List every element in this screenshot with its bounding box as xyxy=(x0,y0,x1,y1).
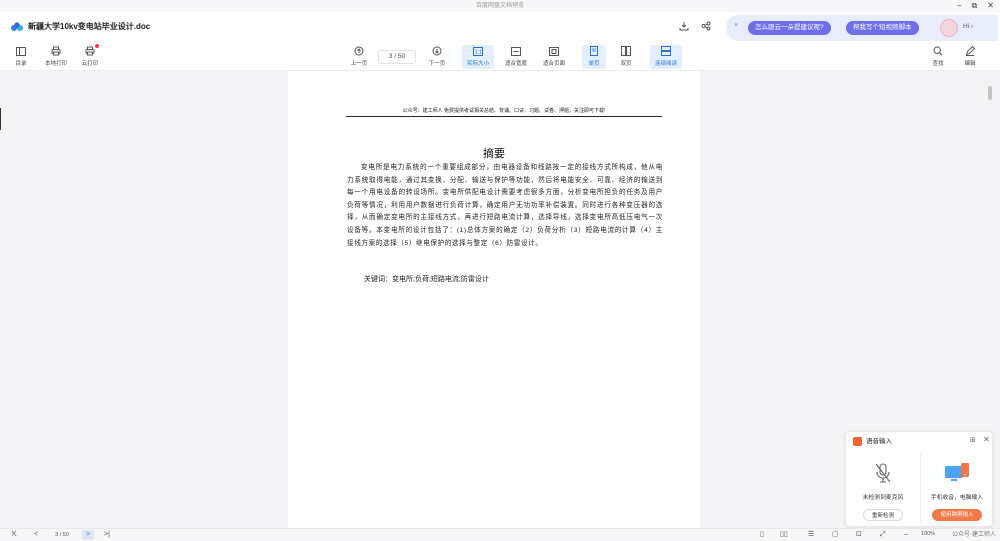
fit-width-button[interactable]: 适合宽度 xyxy=(500,45,532,69)
bottom-prev-button[interactable]: < xyxy=(34,530,38,540)
abstract-body: 变电所是电力系统的一个重要组成部分，由电器设备和线路按一定的接线方式所构成，他从… xyxy=(347,164,663,247)
next-page-icon xyxy=(431,45,443,57)
prev-page-icon xyxy=(353,45,365,57)
assistant-suggestion-1[interactable]: 怎么跟云一朵提建议呢? xyxy=(748,21,831,35)
printer-icon xyxy=(50,45,62,57)
voice-close-button[interactable]: ✕ xyxy=(983,435,990,444)
single-page-button[interactable]: 单页 xyxy=(582,45,606,69)
restore-button[interactable]: ⧉ xyxy=(972,0,978,12)
edit-button[interactable]: 编辑 xyxy=(960,45,980,69)
double-page-icon xyxy=(620,45,632,57)
microphone-option: 未检测到麦克风 重新检测 xyxy=(846,454,920,522)
expand-view-icon[interactable]: ⊡ xyxy=(856,530,862,540)
next-page-button[interactable]: 下一页 xyxy=(424,45,450,69)
assistant-suggestion-2[interactable]: 帮我写个短视频脚本 xyxy=(846,21,919,35)
watermark-text: 公众号·建工师人 xyxy=(952,532,996,538)
minimize-button[interactable]: – xyxy=(957,0,961,12)
search-icon xyxy=(932,45,944,57)
bottom-page-indicator[interactable]: 3 / 50 xyxy=(46,530,78,540)
fit-page-icon xyxy=(548,45,560,57)
double-page-button[interactable]: 双页 xyxy=(614,45,638,69)
document-header: 新疆大学10kv变电站毕业设计.doc × 怎么跟云一朵提建议呢? 帮我写个短视… xyxy=(0,12,1000,42)
window-title: 百度网盘文档预览 xyxy=(0,0,1000,12)
svg-text:1:1: 1:1 xyxy=(475,49,482,55)
document-title: 新疆大学10kv变电站毕业设计.doc xyxy=(28,22,151,31)
vertical-scrollbar-thumb[interactable] xyxy=(988,86,992,100)
download-icon[interactable] xyxy=(678,21,690,33)
local-print-button[interactable]: 本地打印 xyxy=(40,45,72,69)
microphone-off-icon xyxy=(869,460,897,486)
fullscreen-icon[interactable]: ⤢ xyxy=(880,530,886,540)
zoom-out-icon[interactable]: – xyxy=(904,530,908,540)
fit-view-icon[interactable]: ▢ xyxy=(832,530,839,540)
page-number-input[interactable]: 3 / 50 xyxy=(378,50,416,64)
single-page-icon xyxy=(588,45,600,57)
cross-screen-option: 手机收音，电脑输入 使用跨屏输入 xyxy=(920,454,994,521)
grid-icon[interactable]: ⊞ xyxy=(970,436,976,444)
fit-width-icon xyxy=(510,45,522,57)
text-cursor-marker xyxy=(0,108,1,130)
ai-assistant-bar: × 怎么跟云一朵提建议呢? 帮我写个短视频脚本 Hi › xyxy=(726,15,998,41)
assistant-greeting[interactable]: Hi › xyxy=(963,23,973,30)
voice-input-popup: 语音输入 ⊞ ✕ 未检测到麦克风 重新检测 手机收音，电脑输入 使用跨屏输入 xyxy=(845,431,993,527)
actual-size-icon: 1:1 xyxy=(472,45,484,57)
double-view-icon[interactable]: ▯▯ xyxy=(780,530,788,540)
cloud-print-button[interactable]: 云打印 xyxy=(76,45,104,69)
actual-size-button[interactable]: 1:1 实际大小 xyxy=(462,45,494,69)
fit-page-button[interactable]: 适合页面 xyxy=(538,45,570,69)
redetect-button[interactable]: 重新检测 xyxy=(862,509,903,521)
continuous-view-icon[interactable]: ☰ xyxy=(808,530,814,540)
cross-screen-text: 手机收音，电脑输入 xyxy=(930,495,984,501)
last-page-button[interactable]: >| xyxy=(104,530,110,540)
phone-computer-icon xyxy=(943,460,971,486)
voice-input-logo-icon xyxy=(853,437,862,446)
header-rule xyxy=(346,116,662,117)
cross-screen-input-button[interactable]: 使用跨屏输入 xyxy=(932,509,982,521)
keywords-line: 关键词：变电所;负荷;短路电流;防雷设计 xyxy=(364,276,489,283)
baidu-pan-logo-icon xyxy=(11,22,23,31)
mic-status-text: 未检测到麦克风 xyxy=(862,495,904,501)
share-icon[interactable] xyxy=(700,21,712,33)
first-page-button[interactable]: K xyxy=(12,530,17,540)
toc-button[interactable]: 目录 xyxy=(8,45,34,69)
voice-input-title: 语音输入 xyxy=(866,438,892,445)
assistant-close-button[interactable]: × xyxy=(734,22,738,29)
find-button[interactable]: 查找 xyxy=(928,45,948,69)
single-view-icon[interactable]: ▯ xyxy=(760,530,764,540)
bottom-bar: K < 3 / 50 > >| ▯ ▯▯ ☰ ▢ ⊡ ⤢ – 100% 公众号·… xyxy=(0,528,1000,541)
bottom-next-button[interactable]: > xyxy=(82,530,94,540)
close-button[interactable]: ✕ xyxy=(987,0,994,12)
continuous-read-button[interactable]: 连续阅读 xyxy=(650,45,682,69)
page-header-note: 公众号：建工师人 免费提供考试相关总结、背诵、口诀、习题、试卷、押题，关注即可下… xyxy=(402,108,606,114)
prev-page-button[interactable]: 上一页 xyxy=(346,45,372,69)
continuous-read-icon xyxy=(660,45,672,57)
toolbar: 目录 本地打印 云打印 上一页 3 / 50 下一页 1:1 实际大小 适合宽度… xyxy=(0,42,1000,71)
document-page: 公众号：建工师人 免费提供考试相关总结、背诵、口诀、习题、试卷、押题，关注即可下… xyxy=(288,71,700,528)
window-controls: – ⧉ ✕ xyxy=(957,0,994,12)
zoom-level[interactable]: 100% xyxy=(921,531,935,537)
notification-dot xyxy=(95,44,99,48)
assistant-avatar[interactable] xyxy=(940,19,958,37)
toc-icon xyxy=(15,45,27,57)
pencil-icon xyxy=(964,45,976,57)
abstract-title: 摘要 xyxy=(483,147,505,160)
